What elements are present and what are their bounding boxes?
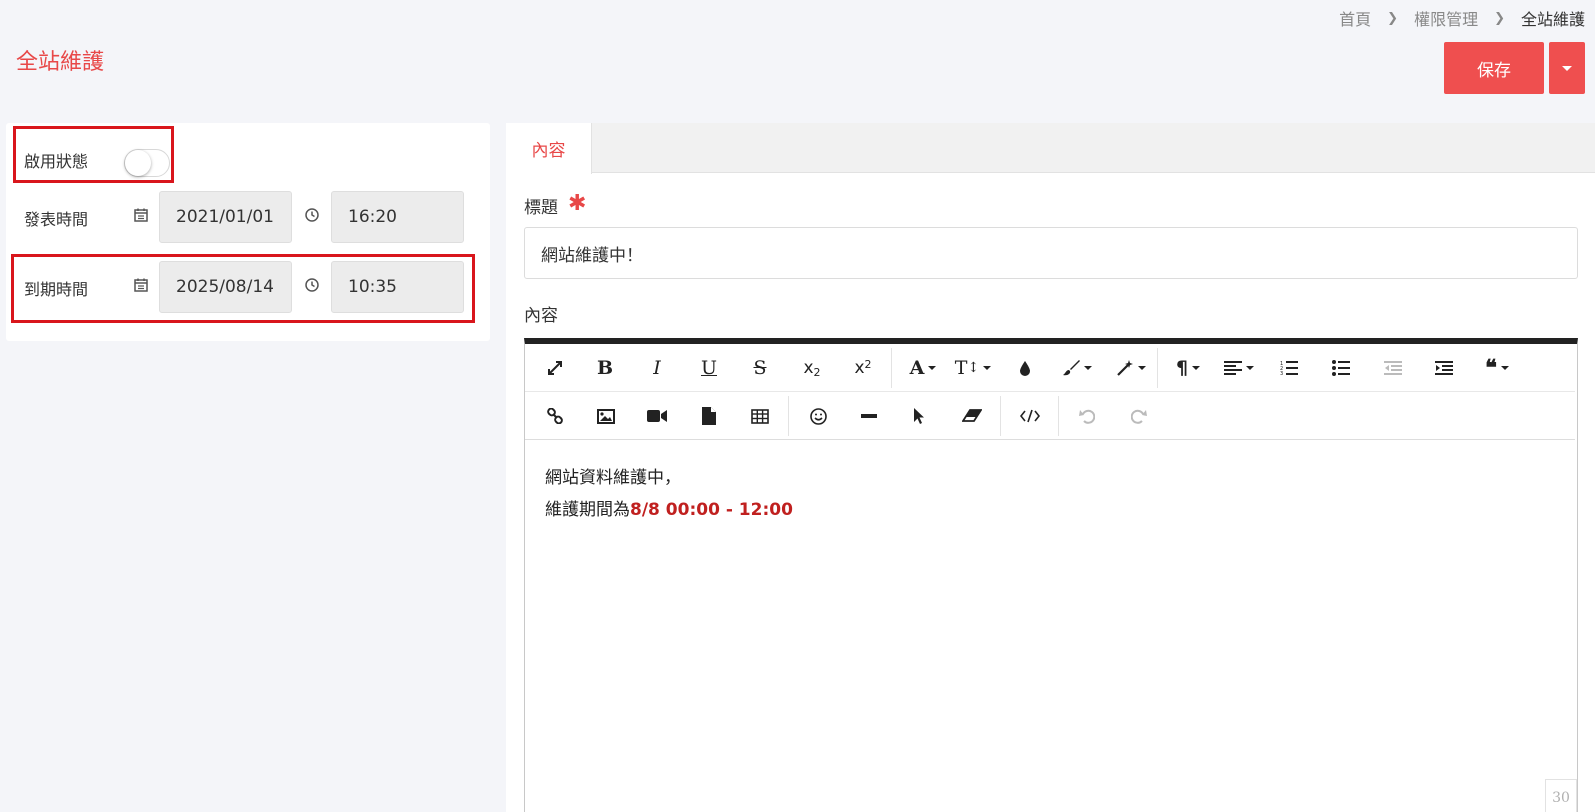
font-family-icon[interactable]: A — [903, 350, 943, 386]
tab-bar: 內容 — [506, 123, 1595, 174]
indent-icon[interactable] — [1428, 350, 1460, 386]
page-title: 全站維護 — [16, 50, 105, 75]
background-color-icon[interactable] — [1057, 350, 1097, 386]
settings-card: 啟用狀態 發表時間 2021/01/01 16:20 到期時間 2025/08/… — [6, 123, 490, 341]
video-icon[interactable] — [641, 398, 673, 434]
clock-icon — [305, 208, 319, 222]
font-size-icon[interactable]: T ↕ — [953, 350, 993, 386]
redo-icon[interactable] — [1123, 398, 1155, 434]
bold-icon[interactable]: B — [589, 350, 621, 386]
paragraph-format-icon[interactable]: ¶ — [1169, 350, 1207, 386]
toggle-knob — [125, 150, 151, 176]
breadcrumb-section[interactable]: 權限管理 — [1414, 6, 1478, 30]
calendar-icon — [134, 208, 148, 222]
breadcrumb-home[interactable]: 首頁 — [1339, 6, 1371, 30]
calendar-icon — [134, 278, 148, 292]
breadcrumb-current: 全站維護 — [1520, 10, 1585, 29]
undo-icon[interactable] — [1071, 398, 1103, 434]
toolbar-separator — [788, 396, 789, 436]
toolbar-separator — [1157, 348, 1158, 388]
subscript-icon[interactable]: x2 — [796, 350, 828, 386]
expire-label: 到期時間 — [24, 280, 89, 299]
style-icon[interactable] — [1111, 350, 1151, 386]
superscript-icon[interactable]: x2 — [847, 350, 879, 386]
select-all-icon[interactable] — [903, 398, 935, 434]
content-label: 內容 — [524, 306, 558, 326]
title-label: 標題 — [524, 198, 558, 218]
outdent-icon[interactable] — [1377, 350, 1409, 386]
clock-icon — [305, 278, 319, 292]
publish-label: 發表時間 — [24, 210, 89, 229]
editor-content[interactable]: 網站資料維護中， 維護期間為8/8 00:00 - 12:00 — [545, 462, 793, 526]
content-panel: 內容 標題 ✱ 網站維護中！ 內容 B I U S x2 x2 A T ↕ ¶ … — [506, 123, 1595, 812]
chevron-right-icon: ❯ — [1494, 10, 1505, 26]
save-options-dropdown[interactable] — [1549, 42, 1585, 94]
underline-icon[interactable]: U — [693, 350, 725, 386]
content-line-2-prefix: 維護期間為 — [545, 500, 630, 520]
save-button-group: 保存 — [1444, 42, 1585, 94]
image-icon[interactable] — [590, 398, 622, 434]
strikethrough-icon[interactable]: S — [744, 350, 776, 386]
publish-time-input[interactable]: 16:20 — [331, 191, 464, 243]
content-line-2: 維護期間為8/8 00:00 - 12:00 — [545, 494, 793, 526]
unordered-list-icon[interactable] — [1325, 350, 1357, 386]
toolbar-separator — [1000, 396, 1001, 436]
align-icon[interactable] — [1219, 350, 1259, 386]
italic-icon[interactable]: I — [641, 350, 673, 386]
toolbar-separator — [891, 348, 892, 388]
text-color-icon[interactable] — [1009, 350, 1041, 386]
link-icon[interactable] — [539, 398, 571, 434]
table-icon[interactable] — [744, 398, 776, 434]
ordered-list-icon[interactable]: 123 — [1273, 350, 1305, 386]
file-icon[interactable] — [693, 398, 725, 434]
title-input[interactable]: 網站維護中！ — [524, 227, 1578, 279]
expire-date-input[interactable]: 2025/08/14 — [159, 261, 292, 313]
emoticon-icon[interactable] — [802, 398, 834, 434]
required-asterisk-icon: ✱ — [568, 191, 587, 216]
tab-content[interactable]: 內容 — [506, 123, 592, 174]
quote-icon[interactable]: ❝ — [1477, 350, 1517, 386]
svg-text:3: 3 — [1280, 371, 1283, 376]
code-view-icon[interactable] — [1014, 398, 1046, 434]
toolbar-separator — [1058, 396, 1059, 436]
save-button[interactable]: 保存 — [1444, 42, 1544, 94]
enabled-toggle[interactable] — [124, 149, 170, 177]
chevron-right-icon: ❯ — [1387, 10, 1399, 26]
clear-format-icon[interactable] — [956, 398, 988, 434]
enabled-label: 啟用狀態 — [24, 152, 89, 171]
caret-down-icon — [1562, 65, 1572, 71]
breadcrumb: 首頁 ❯ 權限管理 ❯ 全站維護 — [1339, 6, 1585, 30]
toolbar-row-1 — [525, 344, 1575, 392]
expire-time-input[interactable]: 10:35 — [331, 261, 464, 313]
horizontal-line-icon[interactable] — [853, 398, 885, 434]
rich-text-editor: B I U S x2 x2 A T ↕ ¶ 123 ❝ 網站資料維護中， 維護期… — [524, 338, 1578, 812]
character-counter: 30 — [1545, 779, 1577, 812]
maintenance-period-text: 8/8 00:00 - 12:00 — [630, 500, 793, 520]
content-line-1: 網站資料維護中， — [545, 468, 681, 488]
editor-toolbar: B I U S x2 x2 A T ↕ ¶ 123 ❝ — [525, 344, 1575, 440]
fullscreen-icon[interactable] — [539, 350, 571, 386]
publish-date-input[interactable]: 2021/01/01 — [159, 191, 292, 243]
